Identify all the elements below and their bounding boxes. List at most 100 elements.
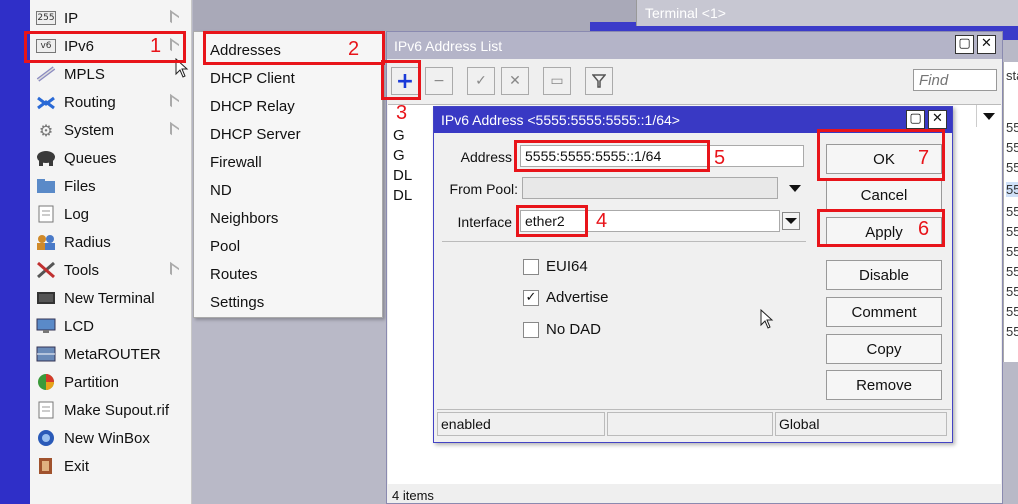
maximize-icon[interactable]: ▢ — [906, 110, 925, 129]
sidebar-item-lcd[interactable]: LCD — [30, 312, 192, 340]
cancel-button[interactable]: Cancel — [826, 180, 942, 210]
annotation-number-3: 3 — [396, 102, 408, 124]
exit-icon — [36, 457, 56, 475]
mouse-cursor-icon — [175, 58, 189, 78]
metarouter-icon — [36, 345, 56, 363]
status-global: Global — [775, 412, 947, 436]
sidebar-item-queues[interactable]: Queues — [30, 144, 192, 172]
remove-button[interactable]: Remove — [826, 370, 942, 400]
sidebar-item-label: Log — [64, 205, 90, 223]
sidebar-item-radius[interactable]: Radius — [30, 228, 192, 256]
remove-icon[interactable]: − — [425, 67, 453, 95]
disable-button[interactable]: Disable — [826, 260, 942, 290]
sidebar-item-label: Files — [64, 177, 96, 195]
sidebar-item-mpls[interactable]: MPLS — [30, 60, 192, 88]
sidebar-item-tools[interactable]: Tools — [30, 256, 192, 284]
sidebar-item-metarouter[interactable]: MetaROUTER — [30, 340, 192, 368]
sidebar-item-partition[interactable]: Partition — [30, 368, 192, 396]
sidebar-item-files[interactable]: Files — [30, 172, 192, 200]
address-list-titlebar[interactable]: IPv6 Address List ▢ ✕ — [387, 32, 1002, 59]
column-dropdown-icon[interactable] — [976, 105, 1000, 127]
submenu-item-routes[interactable]: Routes — [210, 260, 258, 288]
chevron-down-icon — [785, 218, 797, 224]
no-dad-checkbox[interactable] — [523, 322, 539, 338]
submenu-item-pool[interactable]: Pool — [210, 232, 240, 260]
comment-icon[interactable]: ▭ — [543, 67, 571, 95]
interface-label: Interface — [457, 214, 512, 230]
table-cell: 55 — [1006, 264, 1018, 279]
tools-icon — [36, 261, 56, 279]
no-dad-label: No DAD — [546, 321, 602, 338]
table-cell: 55 — [1006, 304, 1018, 319]
submenu-item-dhcp-client[interactable]: DHCP Client — [210, 64, 295, 92]
sidebar-item-exit[interactable]: Exit — [30, 452, 192, 480]
sidebar-item-label: LCD — [64, 317, 95, 335]
dialog-titlebar[interactable]: IPv6 Address <5555:5555:5555::1/64> ▢ ✕ — [434, 107, 952, 133]
routing-icon — [36, 93, 56, 111]
comment-button[interactable]: Comment — [826, 297, 942, 327]
annotation-number-2: 2 — [348, 38, 360, 60]
address-field[interactable]: 5555:5555:5555::1/64 — [520, 145, 804, 167]
gear-icon: ⚙ — [38, 120, 54, 140]
terminal-title: Terminal <1> — [645, 5, 726, 21]
submenu-item-dhcp-relay[interactable]: DHCP Relay — [210, 92, 295, 120]
copy-button[interactable]: Copy — [826, 334, 942, 364]
sidebar-item-new-winbox[interactable]: New WinBox — [30, 424, 192, 452]
mouse-cursor-icon — [760, 309, 774, 329]
ipv6-icon: v6 — [36, 37, 56, 55]
eui64-label: EUI64 — [546, 258, 588, 275]
status-middle — [607, 412, 773, 436]
table-cell: 55 — [1006, 204, 1018, 219]
terminal-window-titlebar[interactable]: Terminal <1> — [636, 0, 1018, 26]
submenu-item-neighbors[interactable]: Neighbors — [210, 204, 278, 232]
filter-icon[interactable] — [585, 67, 613, 95]
address-list-toolbar: + − ✓ ✕ ▭ — [387, 60, 1002, 102]
annotation-number-5: 5 — [714, 147, 726, 169]
table-cell: 55 — [1006, 160, 1018, 175]
add-icon[interactable]: + — [391, 67, 419, 95]
interface-select[interactable]: ether2 — [520, 210, 780, 232]
ip-icon: 255 — [36, 11, 56, 25]
sidebar-item-new-terminal[interactable]: New Terminal — [30, 284, 192, 312]
submenu-item-dhcp-server[interactable]: DHCP Server — [210, 120, 301, 148]
maximize-icon[interactable]: ▢ — [955, 35, 974, 54]
find-input[interactable] — [913, 69, 997, 91]
sidebar-item-label: Radius — [64, 233, 111, 251]
table-row-flag[interactable]: DL — [393, 167, 412, 184]
ipv6-address-dialog: IPv6 Address <5555:5555:5555::1/64> ▢ ✕ … — [433, 106, 953, 443]
pie-icon — [36, 373, 56, 391]
table-cell: 55 — [1006, 284, 1018, 299]
from-pool-label: From Pool: — [449, 181, 518, 197]
eui64-checkbox[interactable] — [523, 259, 539, 275]
chevron-down-icon[interactable] — [789, 185, 801, 192]
submenu-item-settings[interactable]: Settings — [210, 288, 264, 316]
close-icon[interactable]: ✕ — [977, 35, 996, 54]
sidebar-item-label: Exit — [64, 457, 90, 475]
sidebar-item-make-supout[interactable]: Make Supout.rif — [30, 396, 192, 424]
log-icon — [36, 205, 56, 223]
document-icon — [36, 401, 56, 419]
table-cell: 55 — [1006, 182, 1018, 197]
interface-dropdown-button[interactable] — [782, 212, 800, 230]
table-row-flag[interactable]: G — [393, 127, 405, 144]
sidebar-item-ip[interactable]: 255 IP — [30, 4, 192, 32]
enable-icon[interactable]: ✓ — [467, 67, 495, 95]
sidebar-item-log[interactable]: Log — [30, 200, 192, 228]
sidebar-menu: 255 IP v6 IPv6 MPLS Routing ⚙ System Que… — [30, 0, 192, 504]
advertise-checkbox[interactable]: ✓ — [523, 290, 539, 306]
annotation-number-1: 1 — [150, 35, 162, 57]
table-row-flag[interactable]: DL — [393, 187, 412, 204]
sidebar-item-system[interactable]: ⚙ System — [30, 116, 192, 144]
close-icon[interactable]: ✕ — [928, 110, 947, 129]
submenu-item-addresses[interactable]: Addresses — [210, 36, 281, 64]
submenu-item-nd[interactable]: ND — [210, 176, 232, 204]
sidebar-item-routing[interactable]: Routing — [30, 88, 192, 116]
annotation-number-6: 6 — [918, 218, 930, 240]
table-row-flag[interactable]: G — [393, 147, 405, 164]
submenu-item-firewall[interactable]: Firewall — [210, 148, 262, 176]
disable-icon[interactable]: ✕ — [501, 67, 529, 95]
sidebar-item-ipv6[interactable]: v6 IPv6 — [30, 32, 192, 60]
mpls-icon — [36, 65, 56, 83]
table-overflow-column: sta 55 55 55 55 55 55 55 55 55 55 55 — [1003, 62, 1018, 362]
from-pool-select[interactable] — [522, 177, 778, 199]
